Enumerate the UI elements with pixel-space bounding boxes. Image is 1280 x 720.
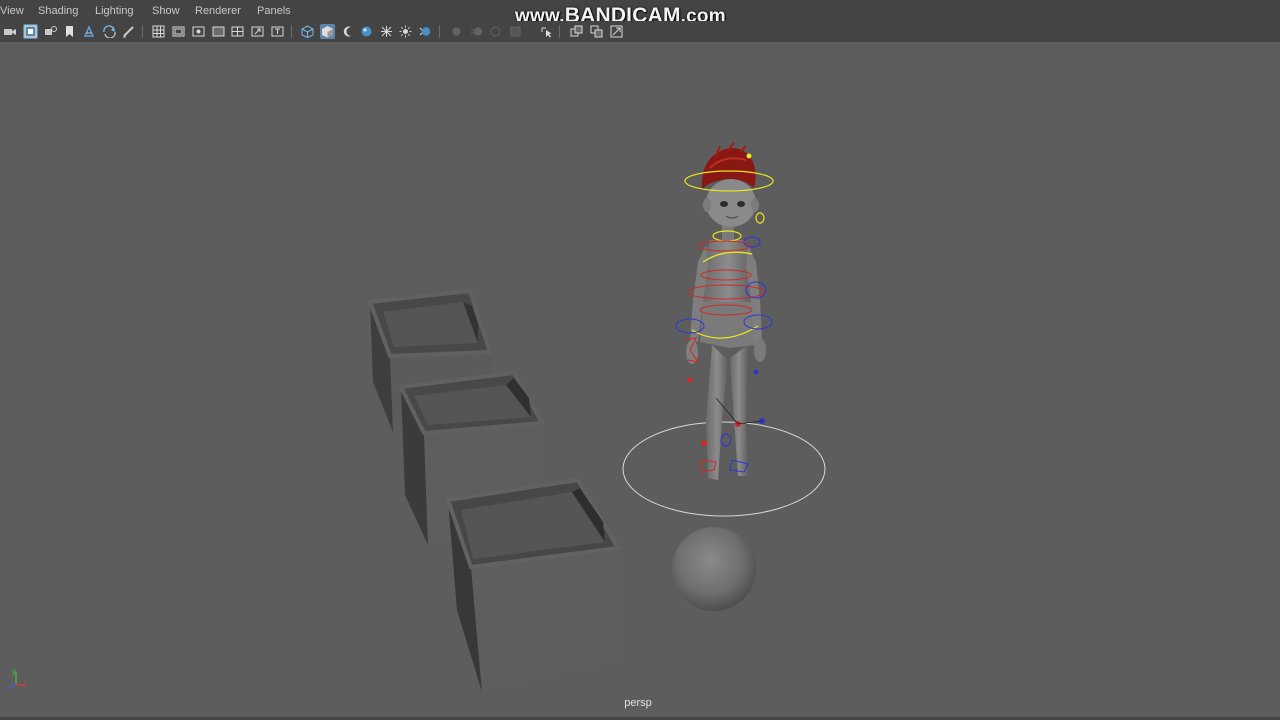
camera-attributes-icon[interactable]: [23, 24, 38, 39]
safe-title-icon[interactable]: [270, 24, 285, 39]
use-all-lights-icon[interactable]: [418, 24, 433, 39]
depth-of-field-icon[interactable]: [508, 24, 523, 39]
axis-gizmo-icon: y: [6, 667, 27, 690]
menu-show[interactable]: Show: [152, 5, 180, 17]
grease-pencil-icon[interactable]: [102, 24, 117, 39]
master-control-circle[interactable]: [622, 421, 826, 517]
multisample-aa-icon[interactable]: [488, 24, 503, 39]
toolbar-separator: [559, 25, 560, 38]
use-default-material-icon[interactable]: [359, 24, 374, 39]
pencil-icon[interactable]: [121, 24, 136, 39]
menu-renderer[interactable]: Renderer: [195, 5, 241, 17]
toolbar-separator: [142, 25, 143, 38]
open-box-3[interactable]: [445, 477, 622, 692]
grid-icon[interactable]: [151, 24, 166, 39]
textured-icon[interactable]: [398, 24, 413, 39]
maya-viewport-app: View Shading Lighting Show Renderer Pane…: [0, 0, 1280, 720]
xray-active-components-icon[interactable]: [589, 24, 604, 39]
xray-joints-icon[interactable]: [609, 24, 624, 39]
image-plane-icon[interactable]: [62, 24, 77, 39]
isolate-select-icon[interactable]: [539, 24, 554, 39]
sphere[interactable]: [672, 527, 756, 611]
axis-y-label: y: [12, 667, 16, 676]
flat-lighting-icon[interactable]: [340, 24, 355, 39]
perspective-viewport[interactable]: persp y: [0, 42, 1280, 717]
wireframe-icon[interactable]: [300, 24, 315, 39]
menu-view[interactable]: View: [0, 5, 24, 17]
bookmarks-icon[interactable]: [43, 24, 58, 39]
wireframe-on-shaded-icon[interactable]: [379, 24, 394, 39]
character-rig[interactable]: [622, 142, 826, 517]
smooth-shade-icon[interactable]: [320, 24, 335, 39]
xray-icon[interactable]: [569, 24, 584, 39]
field-chart-icon[interactable]: [230, 24, 245, 39]
panel-toolbar: [0, 21, 1280, 43]
camera-label: persp: [624, 697, 652, 709]
menu-panels[interactable]: Panels: [257, 5, 291, 17]
menu-shading[interactable]: Shading: [38, 5, 78, 17]
film-gate-icon[interactable]: [171, 24, 186, 39]
resolution-gate-icon[interactable]: [191, 24, 206, 39]
safe-action-icon[interactable]: [250, 24, 265, 39]
screen-space-ao-icon[interactable]: [449, 24, 464, 39]
gate-mask-icon[interactable]: [211, 24, 226, 39]
scene-canvas[interactable]: [0, 42, 1280, 717]
motion-blur-icon[interactable]: [469, 24, 484, 39]
2d-pan-zoom-icon[interactable]: [82, 24, 97, 39]
select-camera-icon[interactable]: [3, 24, 18, 39]
toolbar-separator: [291, 25, 292, 38]
toolbar-separator: [439, 25, 440, 38]
menu-lighting[interactable]: Lighting: [95, 5, 134, 17]
